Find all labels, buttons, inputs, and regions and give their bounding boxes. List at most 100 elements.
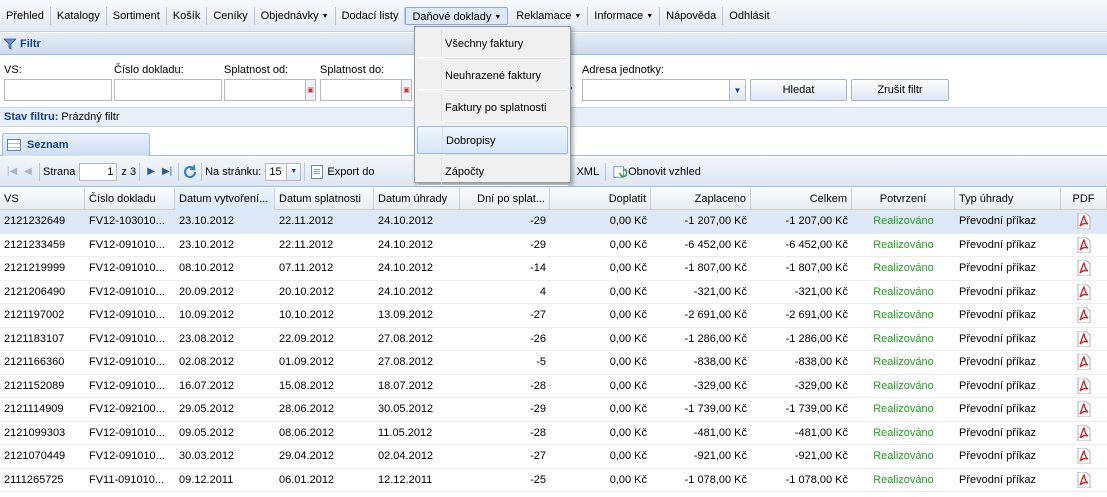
cell-typ: Převodní příkaz [959, 238, 1037, 251]
cell-vytvoreni: 29.05.2012 [179, 403, 235, 415]
nav-item-1[interactable]: Katalogy [51, 6, 107, 25]
pdf-icon[interactable] [1077, 424, 1091, 442]
table-row[interactable]: 2121233459 FV12-091010... 23.10.2012 22.11.… [0, 234, 1107, 257]
export-button[interactable]: Export do [308, 162, 377, 182]
menu-item-overdue-invoices[interactable]: Faktury po splatnosti [417, 94, 568, 122]
last-page-icon[interactable]: ▶| [159, 164, 175, 180]
pdf-icon[interactable] [1077, 259, 1091, 277]
pdf-icon[interactable] [1077, 377, 1091, 395]
pdf-icon[interactable] [1077, 236, 1091, 254]
cell-doplatit: 0,00 Kč [609, 332, 647, 345]
nav-item-10[interactable]: Nápověda [660, 6, 724, 25]
next-page-icon[interactable]: ▶ [143, 164, 159, 180]
document-number-input[interactable] [114, 79, 222, 101]
column-header[interactable]: VS [0, 188, 85, 210]
cell-typ: Převodní příkaz [959, 450, 1037, 462]
nav-item-2[interactable]: Sortiment [107, 6, 167, 25]
column-header[interactable]: Typ úhrady [955, 188, 1061, 210]
previous-page-icon[interactable]: ◀ [20, 164, 36, 180]
document-number-label: Číslo dokladu: [114, 64, 184, 76]
nav-item-3[interactable]: Košík [167, 6, 208, 25]
calendar-icon[interactable]: ▣ [305, 80, 315, 100]
cell-typ: Převodní příkaz [959, 426, 1037, 439]
reset-view-button[interactable]: Obnovit vzhled [609, 162, 704, 182]
column-header[interactable]: Číslo dokladu [85, 188, 175, 210]
nav-item-5[interactable]: Objednávky ▼ [255, 6, 336, 25]
cell-vs: 2121166360 [4, 356, 65, 368]
table-row[interactable]: 2121183107 FV12-091010... 23.08.2012 22.09.… [0, 328, 1107, 351]
table-row[interactable]: 2121166360 FV12-091010... 02.08.2012 01.09.… [0, 351, 1107, 375]
nav-item-label: Dodací listy [341, 9, 399, 22]
cell-pdf [1061, 398, 1107, 421]
pdf-icon[interactable] [1077, 212, 1091, 230]
column-header[interactable]: PDF [1061, 188, 1107, 210]
page-number-input[interactable]: 1 [79, 162, 118, 181]
table-row[interactable]: 2121232649 FV12-103010... 23.10.2012 22.11.… [0, 210, 1107, 234]
pdf-icon[interactable] [1077, 306, 1091, 324]
cell-potvrzeni: Realizováno [873, 379, 934, 392]
table-row[interactable]: 2121152089 FV12-091010... 16.07.2012 15.08.… [0, 375, 1107, 398]
column-header[interactable]: Zaplaceno [651, 188, 751, 210]
nav-item-4[interactable]: Ceníky [207, 6, 255, 25]
cell-potvrzeni: Realizováno [873, 473, 934, 486]
cell-doplatit: 0,00 Kč [609, 450, 647, 462]
nav-item-0[interactable]: Přehled [0, 6, 51, 25]
search-button[interactable]: Hledat [750, 79, 847, 101]
page-count: z 3 [121, 165, 137, 178]
column-header[interactable]: Doplatit [550, 188, 651, 210]
calendar-icon[interactable]: ▣ [401, 80, 411, 100]
table-row[interactable]: 2121114909 FV12-092100... 29.05.2012 28.06.… [0, 398, 1107, 422]
column-header[interactable]: Datum úhrady [374, 188, 460, 210]
due-from-input[interactable]: ▣ [224, 79, 316, 101]
table-row[interactable]: 2121219999 FV12-091010... 08.10.2012 07.11.… [0, 257, 1107, 281]
due-to-input[interactable]: ▣ [320, 79, 412, 101]
unit-address-select[interactable]: ▼ [582, 79, 746, 101]
column-header[interactable]: Celkem [751, 188, 852, 210]
cell-celkem: -2 691,00 Kč [785, 309, 848, 321]
nav-item-7[interactable]: Daňové doklady ▼ [405, 6, 509, 25]
per-page-select[interactable]: 15 ▼ [265, 162, 302, 181]
cell-doplatit: 0,00 Kč [609, 473, 647, 486]
column-header[interactable]: Datum splatnosti [275, 188, 374, 210]
cell-splatnost: 01.09.2012 [279, 356, 335, 368]
pdf-icon[interactable] [1077, 400, 1091, 418]
cell-uhrada: 24.10.2012 [378, 285, 434, 298]
cell-vytvoreni: 23.10.2012 [179, 215, 235, 227]
table-row[interactable]: 2121206490 FV12-091010... 20.09.2012 20.10.… [0, 281, 1107, 304]
clear-filter-button[interactable]: Zrušit filtr [851, 79, 949, 101]
cell-potvrzeni: Realizováno [873, 403, 934, 415]
per-page-value: 15 [269, 165, 282, 178]
menu-item-credit-notes[interactable]: Dobropisy [417, 126, 568, 154]
table-row[interactable]: 2121099303 FV12-091010... 09.05.2012 08.06.… [0, 422, 1107, 445]
nav-item-6[interactable]: Dodací listy [336, 6, 406, 25]
nav-item-8[interactable]: Reklamace ▼ [510, 6, 589, 25]
cell-dni: -5 [536, 356, 546, 368]
cell-potvrzeni: Realizováno [873, 285, 934, 298]
first-page-icon[interactable]: |◀ [4, 164, 20, 180]
table-row[interactable]: 2121197002 FV12-091010... 10.09.2012 10.10.… [0, 304, 1107, 328]
pdf-icon[interactable] [1077, 283, 1091, 301]
export-label: Export do [327, 165, 375, 178]
table-row[interactable]: 2121070449 FV12-091010... 30.03.2012 29.04.… [0, 445, 1107, 469]
cell-uhrada: 27.08.2012 [378, 356, 434, 368]
menu-item-offsets[interactable]: Zápočty [417, 158, 568, 186]
nav-item-11[interactable]: Odhlásit [723, 7, 775, 25]
tab-list[interactable]: Seznam [2, 133, 150, 156]
refresh-icon[interactable] [182, 164, 198, 180]
nav-item-9[interactable]: Informace ▼ [588, 6, 661, 25]
menu-item-all-invoices[interactable]: Všechny faktury [417, 30, 568, 58]
cell-pdf [1061, 281, 1107, 304]
column-header[interactable]: Datum vytvoření... [175, 188, 275, 210]
cell-uhrada: 11.05.2012 [378, 426, 433, 439]
tab-list-label: Seznam [27, 139, 69, 151]
table-row[interactable]: 2111265725 FV11-091010... 09.12.2011 06.01.… [0, 469, 1107, 492]
pdf-icon[interactable] [1077, 447, 1091, 465]
column-header[interactable]: Dní po splat... [460, 188, 550, 210]
pdf-icon[interactable] [1077, 471, 1091, 489]
vs-input[interactable] [4, 79, 112, 101]
column-header[interactable]: Potvrzení [852, 188, 955, 210]
pdf-icon[interactable] [1077, 330, 1091, 348]
pdf-icon[interactable] [1077, 353, 1091, 371]
export-xml-button[interactable]: XML [573, 162, 602, 182]
menu-item-unpaid-invoices[interactable]: Neuhrazené faktury [417, 62, 568, 90]
